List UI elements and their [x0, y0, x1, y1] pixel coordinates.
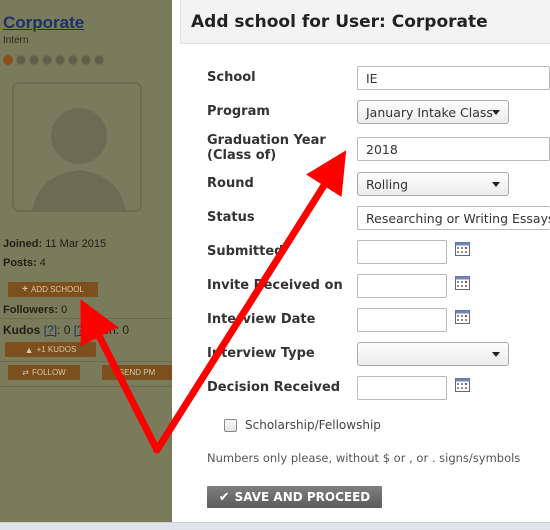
calendar-icon[interactable]: [455, 241, 470, 256]
graduation-year-label: Graduation Year (Class of): [207, 133, 326, 163]
kudos-given-help-link[interactable]: [?: [74, 323, 84, 337]
kudos-row: Kudos [?]: 0 [? given: 0: [3, 323, 129, 337]
program-select[interactable]: January Intake Class: [357, 100, 509, 124]
scholarship-row: Scholarship/Fellowship: [224, 418, 381, 432]
posts-row: Posts: 4: [3, 257, 46, 269]
decision-received-label: Decision Received: [207, 380, 341, 395]
add-school-dialog: Add school for User: Corporate School IE…: [172, 0, 550, 522]
rank-dot: [81, 55, 91, 65]
follow-button[interactable]: ⇄ FOLLOW: [8, 365, 80, 380]
rank-dot: [94, 55, 104, 65]
numbers-hint: Numbers only please, without $ or , or .…: [207, 451, 521, 465]
dialog-header: Add school for User: Corporate: [180, 0, 550, 44]
calendar-icon[interactable]: [455, 275, 470, 290]
status-label: Status: [207, 210, 255, 225]
posts-value: 4: [39, 257, 46, 269]
interview-type-label: Interview Type: [207, 346, 315, 361]
rank-dot: [68, 55, 78, 65]
bottom-frame-bar: [0, 522, 550, 530]
caret-down-icon: [492, 110, 500, 115]
followers-row: Followers: 0: [3, 304, 67, 316]
rank-dot: [55, 55, 65, 65]
divider: [0, 318, 172, 319]
posts-label: Posts:: [3, 257, 37, 269]
followers-value: 0: [61, 304, 68, 316]
program-selected-value: January Intake Class: [366, 104, 493, 120]
divider: [0, 361, 172, 362]
send-pm-button[interactable]: SEND PM: [102, 365, 172, 380]
save-and-proceed-button[interactable]: ✔ SAVE AND PROCEED: [207, 486, 382, 508]
rank-dot: [29, 55, 39, 65]
thumb-up-icon: ▲: [24, 344, 34, 355]
interview-date-label: Interview Date: [207, 312, 316, 327]
kudos-help-link[interactable]: [?]: [44, 323, 57, 337]
scholarship-label: Scholarship/Fellowship: [245, 418, 381, 432]
joined-value: 11 Mar 2015: [45, 238, 107, 250]
profile-username-link[interactable]: Corporate: [3, 13, 84, 33]
round-label: Round: [207, 176, 254, 191]
rank-dot: [16, 55, 26, 65]
caret-down-icon: [492, 352, 500, 357]
decision-received-date-input[interactable]: [357, 376, 447, 400]
invite-received-date-input[interactable]: [357, 274, 447, 298]
kudos-label: Kudos: [3, 323, 41, 337]
submitted-label: Submitted: [207, 244, 284, 259]
person-silhouette-icon: [14, 84, 140, 210]
calendar-icon[interactable]: [455, 377, 470, 392]
add-school-button[interactable]: + ADD SCHOOL: [8, 282, 98, 297]
plus-kudos-button[interactable]: ▲ +1 KUDOS: [5, 342, 96, 357]
round-select[interactable]: Rolling: [357, 172, 509, 196]
round-selected-value: Rolling: [366, 176, 409, 192]
school-label: School: [207, 70, 256, 85]
program-label: Program: [207, 104, 270, 119]
joined-row: Joined: 11 Mar 2015: [3, 238, 106, 250]
interview-date-input[interactable]: [357, 308, 447, 332]
caret-down-icon: [492, 182, 500, 187]
followers-label: Followers:: [3, 304, 59, 316]
invite-received-label: Invite Received on: [207, 278, 343, 293]
interview-type-select[interactable]: [357, 342, 509, 366]
rank-dots: [3, 55, 104, 65]
joined-label: Joined:: [3, 238, 43, 250]
scholarship-checkbox[interactable]: [224, 418, 237, 432]
profile-sidebar: Corporate Intern Joined: 11 Mar 2015 Pos…: [0, 0, 172, 522]
avatar: [12, 82, 142, 212]
checkmark-icon: ✔: [218, 489, 230, 505]
submitted-date-input[interactable]: [357, 240, 447, 264]
follow-icon: ⇄: [22, 368, 29, 377]
rank-dot-filled: [3, 55, 13, 65]
divider: [0, 386, 172, 387]
graduation-year-input[interactable]: 2018: [357, 137, 550, 161]
kudos-given: given: 0: [87, 323, 130, 337]
status-select[interactable]: Researching or Writing Essays: [357, 206, 550, 230]
plus-icon: +: [22, 284, 28, 295]
school-input[interactable]: IE: [357, 66, 550, 90]
calendar-icon[interactable]: [455, 309, 470, 324]
kudos-received: : 0: [57, 323, 71, 337]
dialog-title: Add school for User: Corporate: [191, 12, 488, 32]
profile-rank: Intern: [3, 35, 29, 46]
rank-dot: [42, 55, 52, 65]
